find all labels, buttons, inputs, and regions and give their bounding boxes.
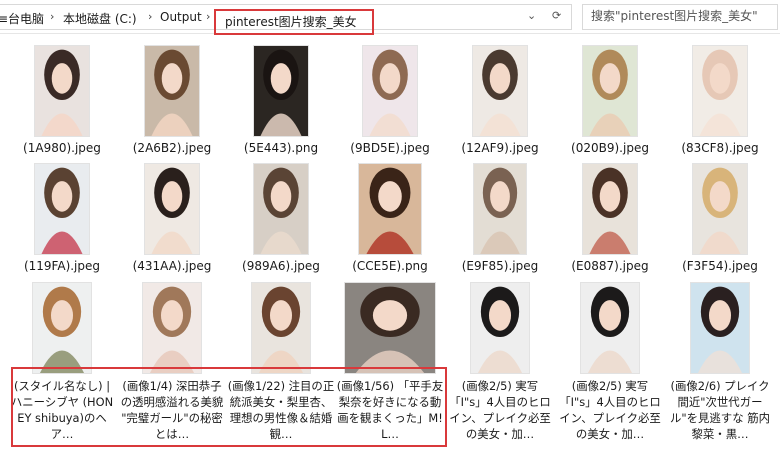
- file-thumbnail: [252, 283, 310, 373]
- file-thumbnail: [254, 46, 308, 136]
- search-box[interactable]: [582, 4, 778, 30]
- file-name: (CCE5E).png: [352, 259, 428, 273]
- file-thumbnail: [693, 46, 747, 136]
- file-thumbnail: [145, 46, 199, 136]
- chevron-down-icon[interactable]: ⌄: [527, 9, 536, 22]
- toolbar: ≡台电脑 › 本地磁盘 (C:) › Output › pinterest图片搜…: [0, 0, 780, 35]
- file-thumbnail: [581, 283, 639, 373]
- file-item[interactable]: (E9F85).jpeg: [446, 164, 554, 278]
- file-name: (431AA).jpeg: [132, 259, 212, 273]
- file-item[interactable]: (1A980).jpeg: [8, 46, 116, 160]
- file-thumbnail: [345, 283, 435, 373]
- file-thumbnail: [254, 164, 308, 254]
- file-name: (画像2/6) プレイク間近"次世代ガール"を見逃すな 筋内黎菜・黒…: [670, 379, 770, 441]
- file-item[interactable]: (画像2/5) 実写「I"s」4人目のヒロイン、プレイク必至の美女・加…: [446, 283, 554, 449]
- file-item[interactable]: (431AA).jpeg: [118, 164, 226, 278]
- file-name: (E0887).jpeg: [571, 259, 649, 273]
- breadcrumb-separator-icon[interactable]: ›: [206, 10, 210, 23]
- file-item[interactable]: (画像1/56) 「平手友梨奈を好きになる動画を観まくった」M!L…: [336, 283, 444, 449]
- file-item[interactable]: (画像2/5) 実写「I"s」4人目のヒロイン、プレイク必至の美女・加…: [556, 283, 664, 449]
- file-item[interactable]: (画像1/4) 深田恭子の透明感溢れる美貌 "完璧ガール"の秘密とは…: [118, 283, 226, 449]
- file-name: (5E443).png: [243, 141, 319, 155]
- breadcrumb-separator-icon[interactable]: ›: [50, 10, 54, 23]
- file-item[interactable]: (989A6).jpeg: [227, 164, 335, 278]
- file-item[interactable]: (020B9).jpeg: [556, 46, 664, 160]
- file-thumbnail: [35, 164, 89, 254]
- file-thumbnail: [693, 164, 747, 254]
- file-name: (F3F54).jpeg: [682, 259, 758, 273]
- file-name: (989A6).jpeg: [242, 259, 320, 273]
- breadcrumb-current-folder: pinterest图片搜索_美女: [225, 15, 357, 29]
- file-name: (画像1/56) 「平手友梨奈を好きになる動画を観まくった」M!L…: [336, 379, 444, 441]
- file-name: (9BD5E).jpeg: [350, 141, 430, 155]
- file-thumbnail: [359, 164, 421, 254]
- breadcrumb-current-highlight[interactable]: pinterest图片搜索_美女: [214, 9, 374, 35]
- file-name: (画像1/4) 深田恭子の透明感溢れる美貌 "完璧ガール"の秘密とは…: [120, 379, 224, 441]
- file-item[interactable]: (画像1/22) 注目の正統派美女・梨里杏、理想の男性像＆結婚観…: [227, 283, 335, 449]
- file-thumbnail: [474, 164, 526, 254]
- file-item[interactable]: (12AF9).jpeg: [446, 46, 554, 160]
- file-item[interactable]: (83CF8).jpeg: [666, 46, 774, 160]
- file-item[interactable]: (5E443).png: [227, 46, 335, 160]
- file-item[interactable]: (画像2/6) プレイク間近"次世代ガール"を見逃すな 筋内黎菜・黒…: [666, 283, 774, 449]
- file-item[interactable]: (F3F54).jpeg: [666, 164, 774, 278]
- file-thumbnail: [145, 164, 199, 254]
- file-item[interactable]: (9BD5E).jpeg: [336, 46, 444, 160]
- file-thumbnail: [471, 283, 529, 373]
- file-name: (12AF9).jpeg: [461, 141, 539, 155]
- file-name: (スタイル名なし) | ハニーシブヤ (HONEY shibuya)のヘア…: [10, 379, 114, 441]
- file-item[interactable]: (E0887).jpeg: [556, 164, 664, 278]
- file-name: (画像2/5) 実写「I"s」4人目のヒロイン、プレイク必至の美女・加…: [449, 379, 551, 441]
- breadcrumb-item-output[interactable]: Output: [160, 10, 202, 24]
- file-name: (画像2/5) 実写「I"s」4人目のヒロイン、プレイク必至の美女・加…: [559, 379, 661, 441]
- file-thumbnail: [35, 46, 89, 136]
- file-thumbnail: [143, 283, 201, 373]
- file-name: (83CF8).jpeg: [681, 141, 759, 155]
- file-name: (E9F85).jpeg: [461, 259, 539, 273]
- file-item[interactable]: (2A6B2).jpeg: [118, 46, 226, 160]
- file-thumbnail: [583, 46, 637, 136]
- search-input[interactable]: [591, 9, 761, 23]
- file-item[interactable]: (スタイル名なし) | ハニーシブヤ (HONEY shibuya)のヘア…: [8, 283, 116, 449]
- file-name: (020B9).jpeg: [571, 141, 649, 155]
- file-grid: (1A980).jpeg (2A6B2).jpeg (5E443).png (9BD5…: [0, 34, 780, 449]
- breadcrumb-item-drive[interactable]: 本地磁盘 (C:): [63, 10, 137, 27]
- file-thumbnail: [691, 283, 749, 373]
- file-name: (画像1/22) 注目の正統派美女・梨里杏、理想の男性像＆結婚観…: [227, 379, 335, 441]
- file-thumbnail: [33, 283, 91, 373]
- file-thumbnail: [363, 46, 417, 136]
- file-item[interactable]: (CCE5E).png: [336, 164, 444, 278]
- file-name: (2A6B2).jpeg: [132, 141, 212, 155]
- breadcrumb-separator-icon[interactable]: ›: [148, 10, 152, 23]
- address-bar[interactable]: ≡台电脑 › 本地磁盘 (C:) › Output › pinterest图片搜…: [0, 4, 572, 35]
- refresh-icon[interactable]: ⟳: [552, 9, 561, 22]
- file-name: (1A980).jpeg: [23, 141, 101, 155]
- breadcrumb-item-pc[interactable]: ≡台电脑: [0, 10, 44, 27]
- file-item[interactable]: (119FA).jpeg: [8, 164, 116, 278]
- file-thumbnail: [583, 164, 637, 254]
- file-thumbnail: [473, 46, 527, 136]
- file-name: (119FA).jpeg: [23, 259, 101, 273]
